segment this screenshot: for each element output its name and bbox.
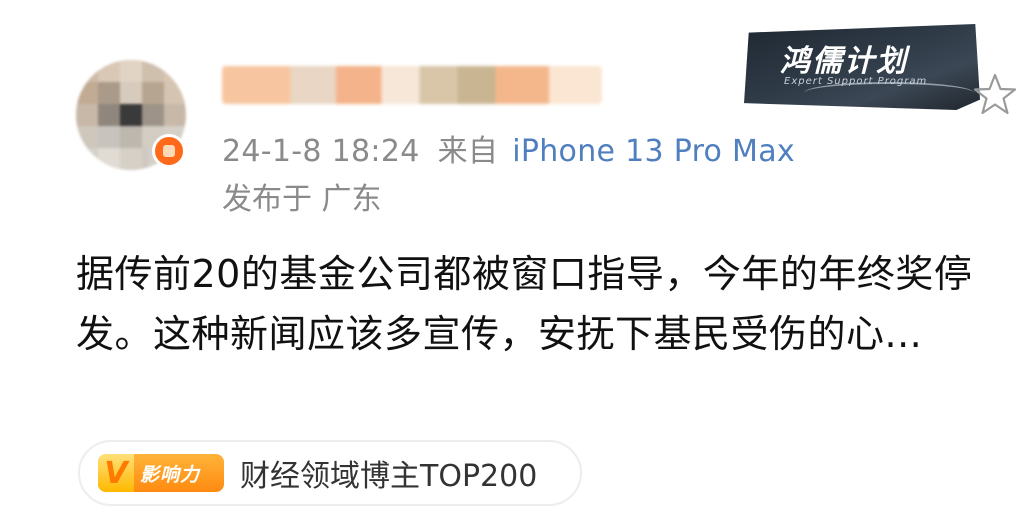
star-outline-icon[interactable] [972,72,1018,118]
post-source-link[interactable]: iPhone 13 Pro Max [512,134,795,169]
influence-logo-text: 影响力 [140,463,201,486]
watermark-subtitle: Expert Support Program [784,76,928,87]
watermark-title: 鸿儒计划 [780,44,908,79]
influence-logo: V 影响力 [98,454,224,492]
influence-tag[interactable]: V 影响力 财经领域博主TOP200 [78,440,582,506]
post-meta: 24-1-8 18:24 来自 iPhone 13 Pro Max [222,126,795,170]
username-blurred[interactable] [222,66,602,104]
watermark-logo: 鸿儒计划 Expert Support Program [744,24,980,110]
post-location: 发布于 广东 [222,182,382,217]
influence-v-icon: V [98,454,134,492]
influence-tag-label: 财经领域博主TOP200 [240,459,538,494]
post-timestamp: 24-1-8 18:24 [222,134,420,169]
from-label: 来自 [437,134,499,169]
verified-badge-icon [152,134,186,168]
post-content: 据传前20的基金公司都被窗口指导，今年的年终奖停发。这种新闻应该多宣传，安抚下基… [76,252,973,356]
